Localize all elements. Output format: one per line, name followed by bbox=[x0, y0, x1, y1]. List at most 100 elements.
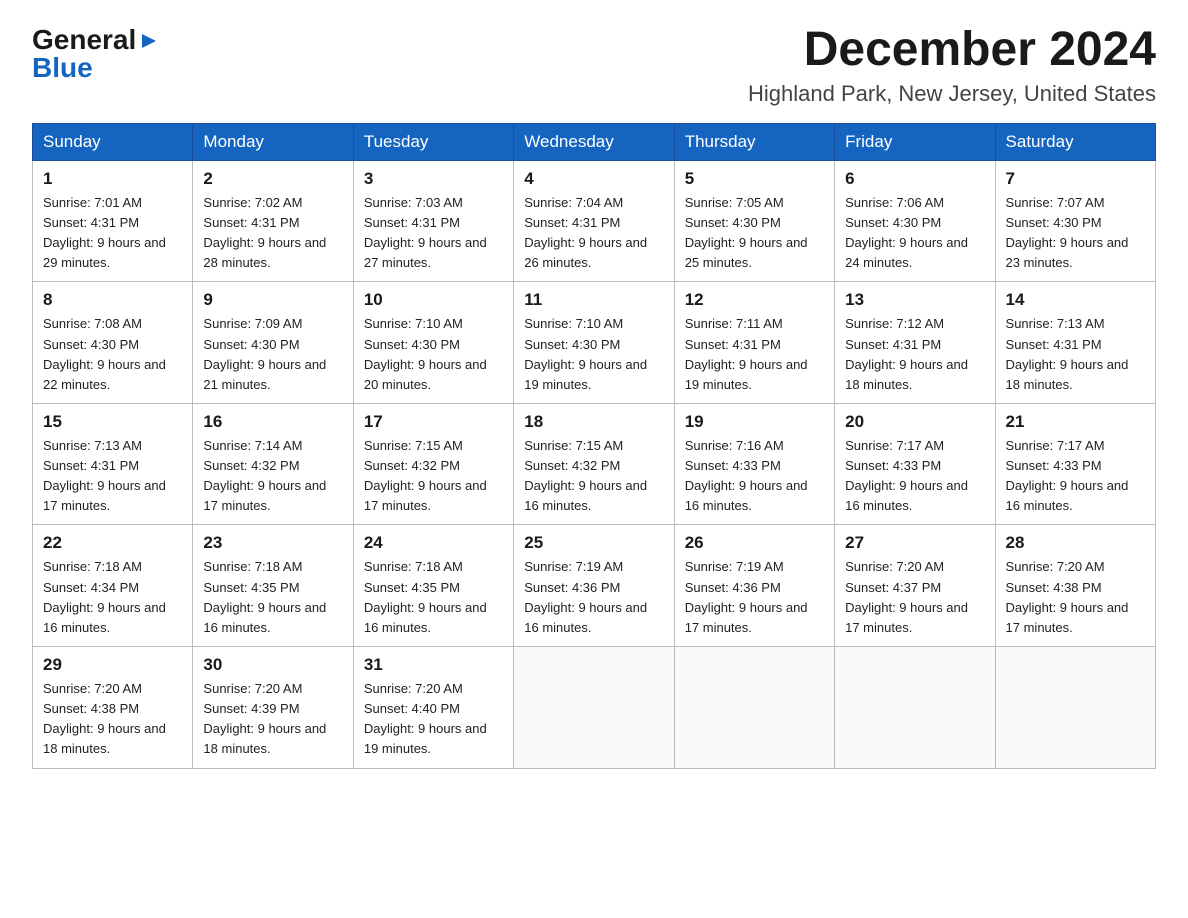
day-of-week-header: Thursday bbox=[674, 123, 834, 160]
title-section: December 2024 Highland Park, New Jersey,… bbox=[748, 24, 1156, 107]
day-info: Sunrise: 7:20 AMSunset: 4:40 PMDaylight:… bbox=[364, 679, 503, 760]
day-number: 3 bbox=[364, 169, 503, 189]
calendar-day-cell: 18 Sunrise: 7:15 AMSunset: 4:32 PMDayligh… bbox=[514, 403, 674, 525]
calendar-table: SundayMondayTuesdayWednesdayThursdayFrid… bbox=[32, 123, 1156, 769]
calendar-day-cell: 21Sunrise: 7:17 AMSunset: 4:33 PMDayligh… bbox=[995, 403, 1155, 525]
calendar-day-cell bbox=[835, 647, 995, 769]
day-number: 14 bbox=[1006, 290, 1145, 310]
day-number: 21 bbox=[1006, 412, 1145, 432]
day-number: 22 bbox=[43, 533, 182, 553]
day-info: Sunrise: 7:20 AMSunset: 4:37 PMDaylight:… bbox=[845, 557, 984, 638]
calendar-day-cell: 8Sunrise: 7:08 AMSunset: 4:30 PMDaylight… bbox=[33, 282, 193, 404]
calendar-day-cell bbox=[514, 647, 674, 769]
day-number: 25 bbox=[524, 533, 663, 553]
calendar-week-row: 22Sunrise: 7:18 AMSunset: 4:34 PMDayligh… bbox=[33, 525, 1156, 647]
calendar-day-cell: 5Sunrise: 7:05 AMSunset: 4:30 PMDaylight… bbox=[674, 160, 834, 282]
day-number: 15 bbox=[43, 412, 182, 432]
day-of-week-header: Saturday bbox=[995, 123, 1155, 160]
day-info: Sunrise: 7:19 AMSunset: 4:36 PMDaylight:… bbox=[524, 557, 663, 638]
day-number: 20 bbox=[845, 412, 984, 432]
day-info: Sunrise: 7:03 AMSunset: 4:31 PMDaylight:… bbox=[364, 193, 503, 274]
day-number: 23 bbox=[203, 533, 342, 553]
logo-triangle-icon bbox=[138, 30, 160, 52]
day-number: 29 bbox=[43, 655, 182, 675]
day-number: 13 bbox=[845, 290, 984, 310]
location-subtitle: Highland Park, New Jersey, United States bbox=[748, 81, 1156, 107]
day-info: Sunrise: 7:15 AMSunset: 4:32 PMDaylight:… bbox=[364, 436, 503, 517]
day-info: Sunrise: 7:14 AMSunset: 4:32 PMDaylight:… bbox=[203, 436, 342, 517]
day-number: 2 bbox=[203, 169, 342, 189]
day-info: Sunrise: 7:06 AMSunset: 4:30 PMDaylight:… bbox=[845, 193, 984, 274]
calendar-day-cell: 19 Sunrise: 7:16 AMSunset: 4:33 PMDayligh… bbox=[674, 403, 834, 525]
day-info: Sunrise: 7:20 AMSunset: 4:39 PMDaylight:… bbox=[203, 679, 342, 760]
day-number: 7 bbox=[1006, 169, 1145, 189]
calendar-day-cell: 9 Sunrise: 7:09 AMSunset: 4:30 PMDaylight… bbox=[193, 282, 353, 404]
day-info: Sunrise: 7:13 AMSunset: 4:31 PMDaylight:… bbox=[43, 436, 182, 517]
day-number: 11 bbox=[524, 290, 663, 310]
logo-blue-text: Blue bbox=[32, 52, 93, 84]
day-info: Sunrise: 7:10 AMSunset: 4:30 PMDaylight:… bbox=[524, 314, 663, 395]
day-info: Sunrise: 7:19 AMSunset: 4:36 PMDaylight:… bbox=[685, 557, 824, 638]
logo: General Blue bbox=[32, 24, 160, 84]
day-of-week-header: Friday bbox=[835, 123, 995, 160]
calendar-day-cell: 30 Sunrise: 7:20 AMSunset: 4:39 PMDayligh… bbox=[193, 647, 353, 769]
calendar-day-cell: 22Sunrise: 7:18 AMSunset: 4:34 PMDayligh… bbox=[33, 525, 193, 647]
day-info: Sunrise: 7:18 AMSunset: 4:35 PMDaylight:… bbox=[364, 557, 503, 638]
day-info: Sunrise: 7:13 AMSunset: 4:31 PMDaylight:… bbox=[1006, 314, 1145, 395]
calendar-week-row: 8Sunrise: 7:08 AMSunset: 4:30 PMDaylight… bbox=[33, 282, 1156, 404]
day-number: 30 bbox=[203, 655, 342, 675]
day-info: Sunrise: 7:05 AMSunset: 4:30 PMDaylight:… bbox=[685, 193, 824, 274]
calendar-day-cell bbox=[674, 647, 834, 769]
calendar-day-cell: 15 Sunrise: 7:13 AMSunset: 4:31 PMDayligh… bbox=[33, 403, 193, 525]
day-number: 28 bbox=[1006, 533, 1145, 553]
calendar-day-cell: 13Sunrise: 7:12 AMSunset: 4:31 PMDayligh… bbox=[835, 282, 995, 404]
day-number: 19 bbox=[685, 412, 824, 432]
day-info: Sunrise: 7:16 AMSunset: 4:33 PMDaylight:… bbox=[685, 436, 824, 517]
month-title: December 2024 bbox=[748, 24, 1156, 77]
day-of-week-header: Sunday bbox=[33, 123, 193, 160]
page-header: General Blue December 2024 Highland Park… bbox=[32, 24, 1156, 107]
calendar-day-cell: 29 Sunrise: 7:20 AMSunset: 4:38 PMDayligh… bbox=[33, 647, 193, 769]
day-info: Sunrise: 7:15 AMSunset: 4:32 PMDaylight:… bbox=[524, 436, 663, 517]
calendar-day-cell: 10 Sunrise: 7:10 AMSunset: 4:30 PMDayligh… bbox=[353, 282, 513, 404]
day-info: Sunrise: 7:10 AMSunset: 4:30 PMDaylight:… bbox=[364, 314, 503, 395]
day-number: 9 bbox=[203, 290, 342, 310]
day-of-week-header: Monday bbox=[193, 123, 353, 160]
day-info: Sunrise: 7:04 AMSunset: 4:31 PMDaylight:… bbox=[524, 193, 663, 274]
day-number: 16 bbox=[203, 412, 342, 432]
day-info: Sunrise: 7:11 AMSunset: 4:31 PMDaylight:… bbox=[685, 314, 824, 395]
calendar-day-cell: 14 Sunrise: 7:13 AMSunset: 4:31 PMDayligh… bbox=[995, 282, 1155, 404]
day-info: Sunrise: 7:18 AMSunset: 4:35 PMDaylight:… bbox=[203, 557, 342, 638]
calendar-day-cell: 2 Sunrise: 7:02 AMSunset: 4:31 PMDaylight… bbox=[193, 160, 353, 282]
calendar-day-cell: 20 Sunrise: 7:17 AMSunset: 4:33 PMDayligh… bbox=[835, 403, 995, 525]
calendar-day-cell: 26 Sunrise: 7:19 AMSunset: 4:36 PMDayligh… bbox=[674, 525, 834, 647]
calendar-day-cell: 1Sunrise: 7:01 AMSunset: 4:31 PMDaylight… bbox=[33, 160, 193, 282]
calendar-week-row: 29 Sunrise: 7:20 AMSunset: 4:38 PMDayligh… bbox=[33, 647, 1156, 769]
day-of-week-header: Tuesday bbox=[353, 123, 513, 160]
day-info: Sunrise: 7:02 AMSunset: 4:31 PMDaylight:… bbox=[203, 193, 342, 274]
calendar-day-cell: 12 Sunrise: 7:11 AMSunset: 4:31 PMDayligh… bbox=[674, 282, 834, 404]
day-headers-row: SundayMondayTuesdayWednesdayThursdayFrid… bbox=[33, 123, 1156, 160]
calendar-body: 1Sunrise: 7:01 AMSunset: 4:31 PMDaylight… bbox=[33, 160, 1156, 768]
day-number: 31 bbox=[364, 655, 503, 675]
calendar-day-cell: 11 Sunrise: 7:10 AMSunset: 4:30 PMDayligh… bbox=[514, 282, 674, 404]
calendar-day-cell: 7 Sunrise: 7:07 AMSunset: 4:30 PMDaylight… bbox=[995, 160, 1155, 282]
calendar-day-cell: 3 Sunrise: 7:03 AMSunset: 4:31 PMDaylight… bbox=[353, 160, 513, 282]
day-number: 27 bbox=[845, 533, 984, 553]
calendar-day-cell: 23 Sunrise: 7:18 AMSunset: 4:35 PMDayligh… bbox=[193, 525, 353, 647]
day-number: 10 bbox=[364, 290, 503, 310]
calendar-day-cell bbox=[995, 647, 1155, 769]
day-number: 26 bbox=[685, 533, 824, 553]
day-info: Sunrise: 7:07 AMSunset: 4:30 PMDaylight:… bbox=[1006, 193, 1145, 274]
calendar-week-row: 1Sunrise: 7:01 AMSunset: 4:31 PMDaylight… bbox=[33, 160, 1156, 282]
day-info: Sunrise: 7:01 AMSunset: 4:31 PMDaylight:… bbox=[43, 193, 182, 274]
day-number: 12 bbox=[685, 290, 824, 310]
day-info: Sunrise: 7:09 AMSunset: 4:30 PMDaylight:… bbox=[203, 314, 342, 395]
day-info: Sunrise: 7:20 AMSunset: 4:38 PMDaylight:… bbox=[43, 679, 182, 760]
day-info: Sunrise: 7:17 AMSunset: 4:33 PMDaylight:… bbox=[845, 436, 984, 517]
calendar-week-row: 15 Sunrise: 7:13 AMSunset: 4:31 PMDayligh… bbox=[33, 403, 1156, 525]
day-info: Sunrise: 7:20 AMSunset: 4:38 PMDaylight:… bbox=[1006, 557, 1145, 638]
day-number: 18 bbox=[524, 412, 663, 432]
calendar-day-cell: 31 Sunrise: 7:20 AMSunset: 4:40 PMDayligh… bbox=[353, 647, 513, 769]
calendar-day-cell: 17Sunrise: 7:15 AMSunset: 4:32 PMDayligh… bbox=[353, 403, 513, 525]
